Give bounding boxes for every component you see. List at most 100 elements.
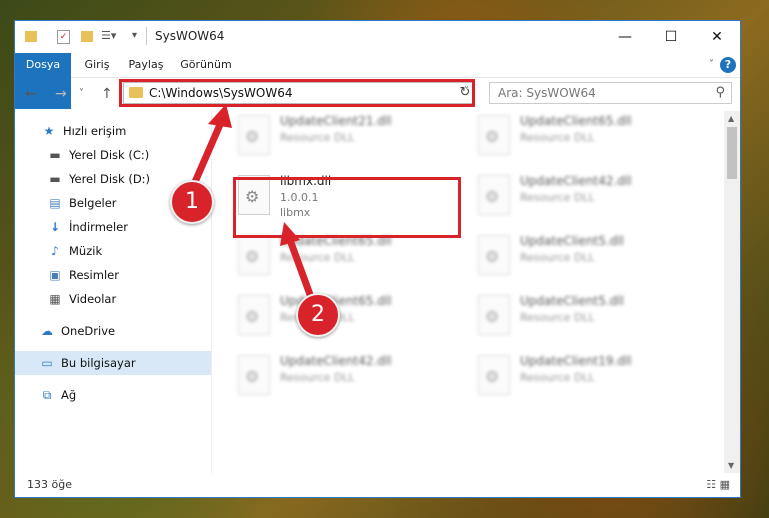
scroll-down-icon[interactable]: ▼	[728, 461, 734, 470]
file-description: Resource DLL	[520, 131, 595, 144]
customize-qat-icon[interactable]: ☰▾	[101, 29, 116, 43]
view-toggle-icons[interactable]: ☷ ▦	[706, 478, 730, 491]
sidebar-item-pictures[interactable]: ▣ Resimler ✦	[15, 263, 242, 287]
star-icon: ★	[43, 124, 55, 138]
sidebar-item-label: Müzik	[69, 244, 103, 258]
dll-file-icon	[238, 235, 270, 275]
drive-icon: ▬	[49, 172, 61, 186]
file-item[interactable]: UpdateClient65.dll Resource DLL	[472, 111, 697, 165]
drive-icon: ▬	[49, 148, 61, 162]
file-item[interactable]: UpdateClient5.dll Resource DLL	[472, 229, 697, 285]
folder-icon	[25, 31, 37, 42]
file-item[interactable]: UpdateClient21.dll Resource DLL	[232, 111, 457, 165]
up-button[interactable]: ↑	[101, 86, 113, 102]
dll-file-icon	[238, 295, 270, 335]
title-divider	[146, 27, 147, 45]
minimize-button[interactable]: —	[602, 21, 648, 53]
dll-file-icon	[478, 115, 510, 155]
sidebar-item-label: Yerel Disk (C:)	[69, 148, 150, 162]
file-description: Resource DLL	[280, 371, 355, 384]
file-description: Resource DLL	[520, 311, 595, 324]
sidebar-item-quick-access[interactable]: ★ Hızlı erişim	[15, 119, 236, 143]
tab-giris[interactable]: Giriş	[77, 53, 117, 77]
status-bar: 133 öğe ☷ ▦	[15, 473, 740, 497]
computer-icon: ▭	[41, 356, 53, 370]
file-name: UpdateClient19.dll	[520, 354, 632, 368]
address-bar-highlight	[119, 79, 475, 107]
file-description: Resource DLL	[280, 251, 355, 264]
sidebar-item-label: Bu bilgisayar	[61, 356, 136, 370]
qat-dropdown-icon[interactable]: ▾	[132, 30, 146, 44]
close-button[interactable]: ✕	[694, 21, 740, 53]
network-icon: ⧉	[42, 388, 52, 402]
documents-icon: ▤	[49, 196, 61, 210]
dll-file-icon	[238, 355, 270, 395]
sidebar-item-videos[interactable]: ▦ Videolar ✦	[15, 287, 242, 311]
file-name: UpdateClient42.dll	[280, 354, 392, 368]
file-description: Resource DLL	[520, 371, 595, 384]
sidebar-item-label: Ağ	[61, 388, 77, 402]
tab-paylas[interactable]: Paylaş	[123, 53, 169, 77]
download-icon: ↓	[49, 220, 61, 234]
videos-icon: ▦	[49, 292, 61, 306]
navigation-pane: ★ Hızlı erişim ▬ Yerel Disk (C:) ▬ Yerel…	[15, 111, 238, 473]
scroll-up-icon[interactable]: ▲	[728, 114, 734, 123]
sidebar-item-music[interactable]: ♪ Müzik ✦	[15, 239, 242, 263]
step-badge-1: 1	[170, 180, 214, 224]
maximize-button[interactable]: ☐	[648, 21, 694, 53]
file-description: Resource DLL	[520, 191, 595, 204]
file-description: Resource DLL	[520, 251, 595, 264]
sidebar-item-network[interactable]: ⧉ Ağ	[15, 383, 234, 407]
dll-file-icon	[238, 115, 270, 155]
file-name: UpdateClient5.dll	[520, 234, 624, 248]
sidebar-item-label: İndirmeler	[69, 220, 128, 234]
dll-file-icon	[478, 295, 510, 335]
file-item[interactable]: UpdateClient42.dll Resource DLL	[232, 349, 457, 405]
ribbon-expand-icon[interactable]: ˅	[709, 59, 714, 70]
forward-button[interactable]: →	[55, 86, 67, 102]
sidebar-item-label: Yerel Disk (D:)	[69, 172, 151, 186]
search-icon[interactable]: ⚲	[715, 85, 725, 100]
file-item[interactable]: UpdateClient5.dll Resource DLL	[472, 289, 697, 345]
scrollbar-thumb[interactable]	[727, 127, 737, 179]
sidebar-item-label: Resimler	[69, 268, 119, 282]
file-list: UpdateClient21.dll Resource DLL UpdateCl…	[212, 111, 724, 473]
title-bar: ✓ ☰▾ ▾ SysWOW64 — ☐ ✕	[15, 21, 740, 53]
file-item[interactable]: UpdateClient19.dll Resource DLL	[472, 349, 697, 405]
file-description: Resource DLL	[280, 131, 355, 144]
properties-icon[interactable]: ✓	[57, 30, 70, 44]
file-name: UpdateClient21.dll	[280, 114, 392, 128]
sidebar-item-label: Hızlı erişim	[63, 124, 127, 138]
music-icon: ♪	[51, 244, 59, 258]
window-title: SysWOW64	[155, 29, 225, 43]
sidebar-item-local-disk-c[interactable]: ▬ Yerel Disk (C:)	[15, 143, 242, 167]
new-folder-icon[interactable]	[81, 31, 93, 42]
sidebar-item-downloads[interactable]: ↓ İndirmeler ✦	[15, 215, 242, 239]
search-placeholder: Ara: SysWOW64	[498, 86, 596, 100]
vertical-scrollbar[interactable]: ▲ ▼	[724, 111, 740, 473]
sidebar-item-this-pc[interactable]: ▭ Bu bilgisayar	[15, 351, 234, 375]
recent-locations-dropdown[interactable]: ˅	[79, 88, 84, 99]
pictures-icon: ▣	[49, 268, 61, 282]
file-name: UpdateClient65.dll	[520, 114, 632, 128]
file-name: UpdateClient5.dll	[520, 294, 624, 308]
item-count: 133 öğe	[27, 478, 72, 491]
tab-gorunum[interactable]: Görünüm	[177, 53, 235, 77]
sidebar-item-label: Belgeler	[69, 196, 117, 210]
dll-file-icon	[478, 355, 510, 395]
step-badge-2: 2	[296, 293, 340, 337]
cloud-icon: ☁	[41, 324, 53, 338]
file-item[interactable]: UpdateClient42.dll Resource DLL	[472, 169, 697, 225]
file-highlight	[233, 177, 461, 238]
file-item[interactable]: UpdateClient65.dll Resource DLL	[232, 289, 457, 345]
dll-file-icon	[478, 175, 510, 215]
sidebar-item-onedrive[interactable]: ☁ OneDrive	[15, 319, 234, 343]
file-name: UpdateClient42.dll	[520, 174, 632, 188]
sidebar-item-label: Videolar	[69, 292, 117, 306]
search-input[interactable]: Ara: SysWOW64 ⚲	[489, 82, 732, 104]
sidebar-item-label: OneDrive	[61, 324, 116, 338]
help-icon[interactable]: ?	[720, 57, 736, 73]
back-button[interactable]: ←	[25, 86, 37, 102]
dll-file-icon	[478, 235, 510, 275]
ribbon-tabs: Dosya Giriş Paylaş Görünüm ˅ ?	[15, 53, 740, 109]
